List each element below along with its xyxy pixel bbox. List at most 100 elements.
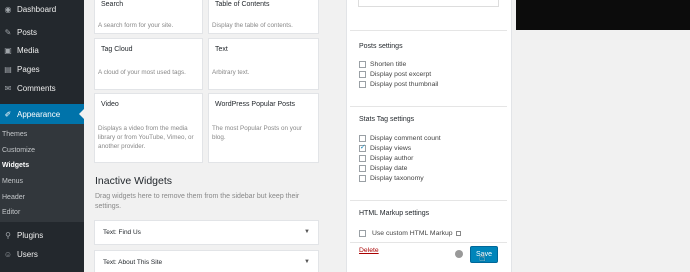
widget-tag-cloud[interactable]: Tag Cloud A cloud of your most used tags…: [94, 38, 203, 90]
divider: [350, 30, 507, 31]
option-label: Display author: [370, 154, 414, 162]
option-display-post-excerpt[interactable]: Display post excerpt: [359, 70, 431, 78]
widget-title: Table of Contents: [215, 1, 270, 8]
stats-tag-settings-title: Stats Tag settings: [359, 116, 415, 123]
sidebar-item-label: Users: [17, 250, 38, 259]
option-label: Display taxonomy: [370, 174, 424, 182]
option-label: Display post thumbnail: [370, 80, 439, 88]
submenu-customize[interactable]: Customize: [2, 147, 35, 154]
submenu-header[interactable]: Header: [2, 194, 25, 201]
pages-icon: ▤: [4, 65, 12, 74]
sidebar-item-label: Plugins: [17, 231, 44, 240]
checkbox[interactable]: [359, 174, 366, 182]
option-use-custom-html-markup[interactable]: Use custom HTML Markup: [359, 229, 461, 237]
info-icon[interactable]: [455, 230, 461, 236]
sidebar-item-label: Posts: [17, 28, 38, 37]
option-display-views[interactable]: Display views: [359, 143, 412, 152]
widget-description: Display the table of contents.: [212, 22, 293, 29]
widget-text[interactable]: Text Arbitrary text.: [208, 38, 319, 90]
submenu-widgets[interactable]: Widgets: [2, 162, 29, 169]
widget-description: Displays a video from the media library …: [98, 125, 194, 150]
widget-description: Arbitrary text.: [212, 69, 250, 76]
appearance-submenu: Themes Customize Widgets Menus Header Ed…: [0, 124, 84, 222]
media-icon: ▣: [4, 46, 12, 55]
divider: [350, 200, 507, 201]
sidebar-item-label: Comments: [17, 84, 56, 93]
sidebar-item-appearance[interactable]: ✐ Appearance: [0, 104, 84, 124]
sidebar-item-posts[interactable]: ✎ Posts: [0, 23, 84, 42]
option-label: Shorten title: [370, 60, 407, 68]
checkbox-checked[interactable]: [359, 143, 366, 152]
checkbox[interactable]: [359, 229, 366, 237]
checkbox[interactable]: [359, 164, 366, 172]
divider: [350, 242, 507, 243]
widget-title: Search: [101, 1, 124, 8]
option-display-post-thumbnail[interactable]: Display post thumbnail: [359, 80, 438, 88]
pin-icon: ✎: [4, 28, 12, 37]
inactive-widget-row[interactable]: Text: About This Site ▼: [94, 250, 319, 272]
sidebar-item-label: Pages: [17, 65, 40, 74]
sidebar-item-label: Dashboard: [17, 5, 57, 14]
inactive-widget-label: Text: Find Us: [103, 229, 141, 236]
submenu-menus[interactable]: Menus: [2, 178, 23, 185]
widget-title: Video: [101, 101, 119, 108]
option-label: Display post excerpt: [370, 70, 432, 78]
sidebar-item-pages[interactable]: ▤ Pages: [0, 60, 84, 79]
option-shorten-title[interactable]: Shorten title: [359, 60, 406, 68]
submenu-themes[interactable]: Themes: [2, 131, 27, 138]
sidebar-item-label: Media: [17, 46, 39, 55]
widget-wordpress-popular-posts[interactable]: WordPress Popular Posts The most Popular…: [208, 93, 319, 163]
option-label: Display comment count: [370, 134, 441, 142]
dashboard-icon: ◉: [4, 5, 12, 14]
checkbox[interactable]: [359, 80, 366, 88]
dark-overlay-strip: [516, 0, 690, 30]
sidebar-item-plugins[interactable]: ⚲ Plugins: [0, 226, 84, 245]
users-icon: ☺: [3, 250, 13, 259]
checkbox[interactable]: [359, 154, 366, 162]
widget-video[interactable]: Video Displays a video from the media li…: [94, 93, 203, 163]
posts-settings-title: Posts settings: [359, 43, 403, 50]
expand-arrow-icon[interactable]: ▼: [304, 229, 310, 235]
comments-icon: ✉: [4, 84, 12, 93]
widget-description: A search form for your site.: [98, 22, 174, 29]
checkbox[interactable]: [359, 134, 366, 142]
column-gap: [320, 0, 346, 272]
sidebar-item-dashboard[interactable]: ◉ Dashboard: [0, 0, 84, 19]
delete-link[interactable]: Delete: [359, 247, 379, 254]
option-label: Use custom HTML Markup: [372, 229, 453, 237]
inactive-widgets-heading: Inactive Widgets: [95, 175, 173, 187]
widget-search[interactable]: Search A search form for your site.: [94, 0, 203, 34]
panel-top-field[interactable]: [358, 0, 499, 7]
option-display-comment-count[interactable]: Display comment count: [359, 134, 441, 142]
html-markup-settings-title: HTML Markup settings: [359, 210, 430, 217]
admin-sidebar: ◉ Dashboard ✎ Posts ▣ Media ▤ Pages ✉ Co…: [0, 0, 84, 272]
inactive-widget-label: Text: About This Site: [103, 259, 163, 266]
spinner-icon: [455, 250, 463, 258]
submenu-editor[interactable]: Editor: [2, 209, 20, 216]
option-label: Display date: [370, 164, 408, 172]
checkbox[interactable]: [359, 60, 366, 68]
brush-icon: ✐: [4, 109, 12, 119]
option-display-taxonomy[interactable]: Display taxonomy: [359, 174, 424, 182]
widget-description: A cloud of your most used tags.: [98, 69, 186, 76]
sidebar-item-label: Appearance: [17, 109, 61, 119]
sidebar-item-users[interactable]: ☺ Users: [0, 245, 84, 264]
widget-title: Tag Cloud: [101, 46, 133, 53]
option-display-date[interactable]: Display date: [359, 164, 407, 172]
inactive-widget-row[interactable]: Text: Find Us ▼: [94, 220, 319, 245]
sidebar-item-comments[interactable]: ✉ Comments: [0, 79, 84, 98]
empty-area: [512, 30, 690, 272]
inactive-widgets-description: Drag widgets here to remove them from th…: [95, 193, 300, 210]
widget-title: WordPress Popular Posts: [215, 101, 296, 108]
expand-arrow-icon[interactable]: ▼: [304, 259, 310, 265]
widget-title: Text: [215, 46, 228, 53]
option-label: Display views: [370, 144, 412, 152]
widget-table-of-contents[interactable]: Table of Contents Display the table of c…: [208, 0, 319, 34]
checkbox[interactable]: [359, 70, 366, 78]
widget-description: The most Popular Posts on your blog.: [212, 125, 302, 141]
sidebar-item-media[interactable]: ▣ Media: [0, 41, 84, 60]
divider: [350, 106, 507, 107]
plugin-icon: ⚲: [5, 231, 11, 240]
option-display-author[interactable]: Display author: [359, 154, 413, 162]
hand-cursor-icon: ☝: [479, 252, 486, 264]
